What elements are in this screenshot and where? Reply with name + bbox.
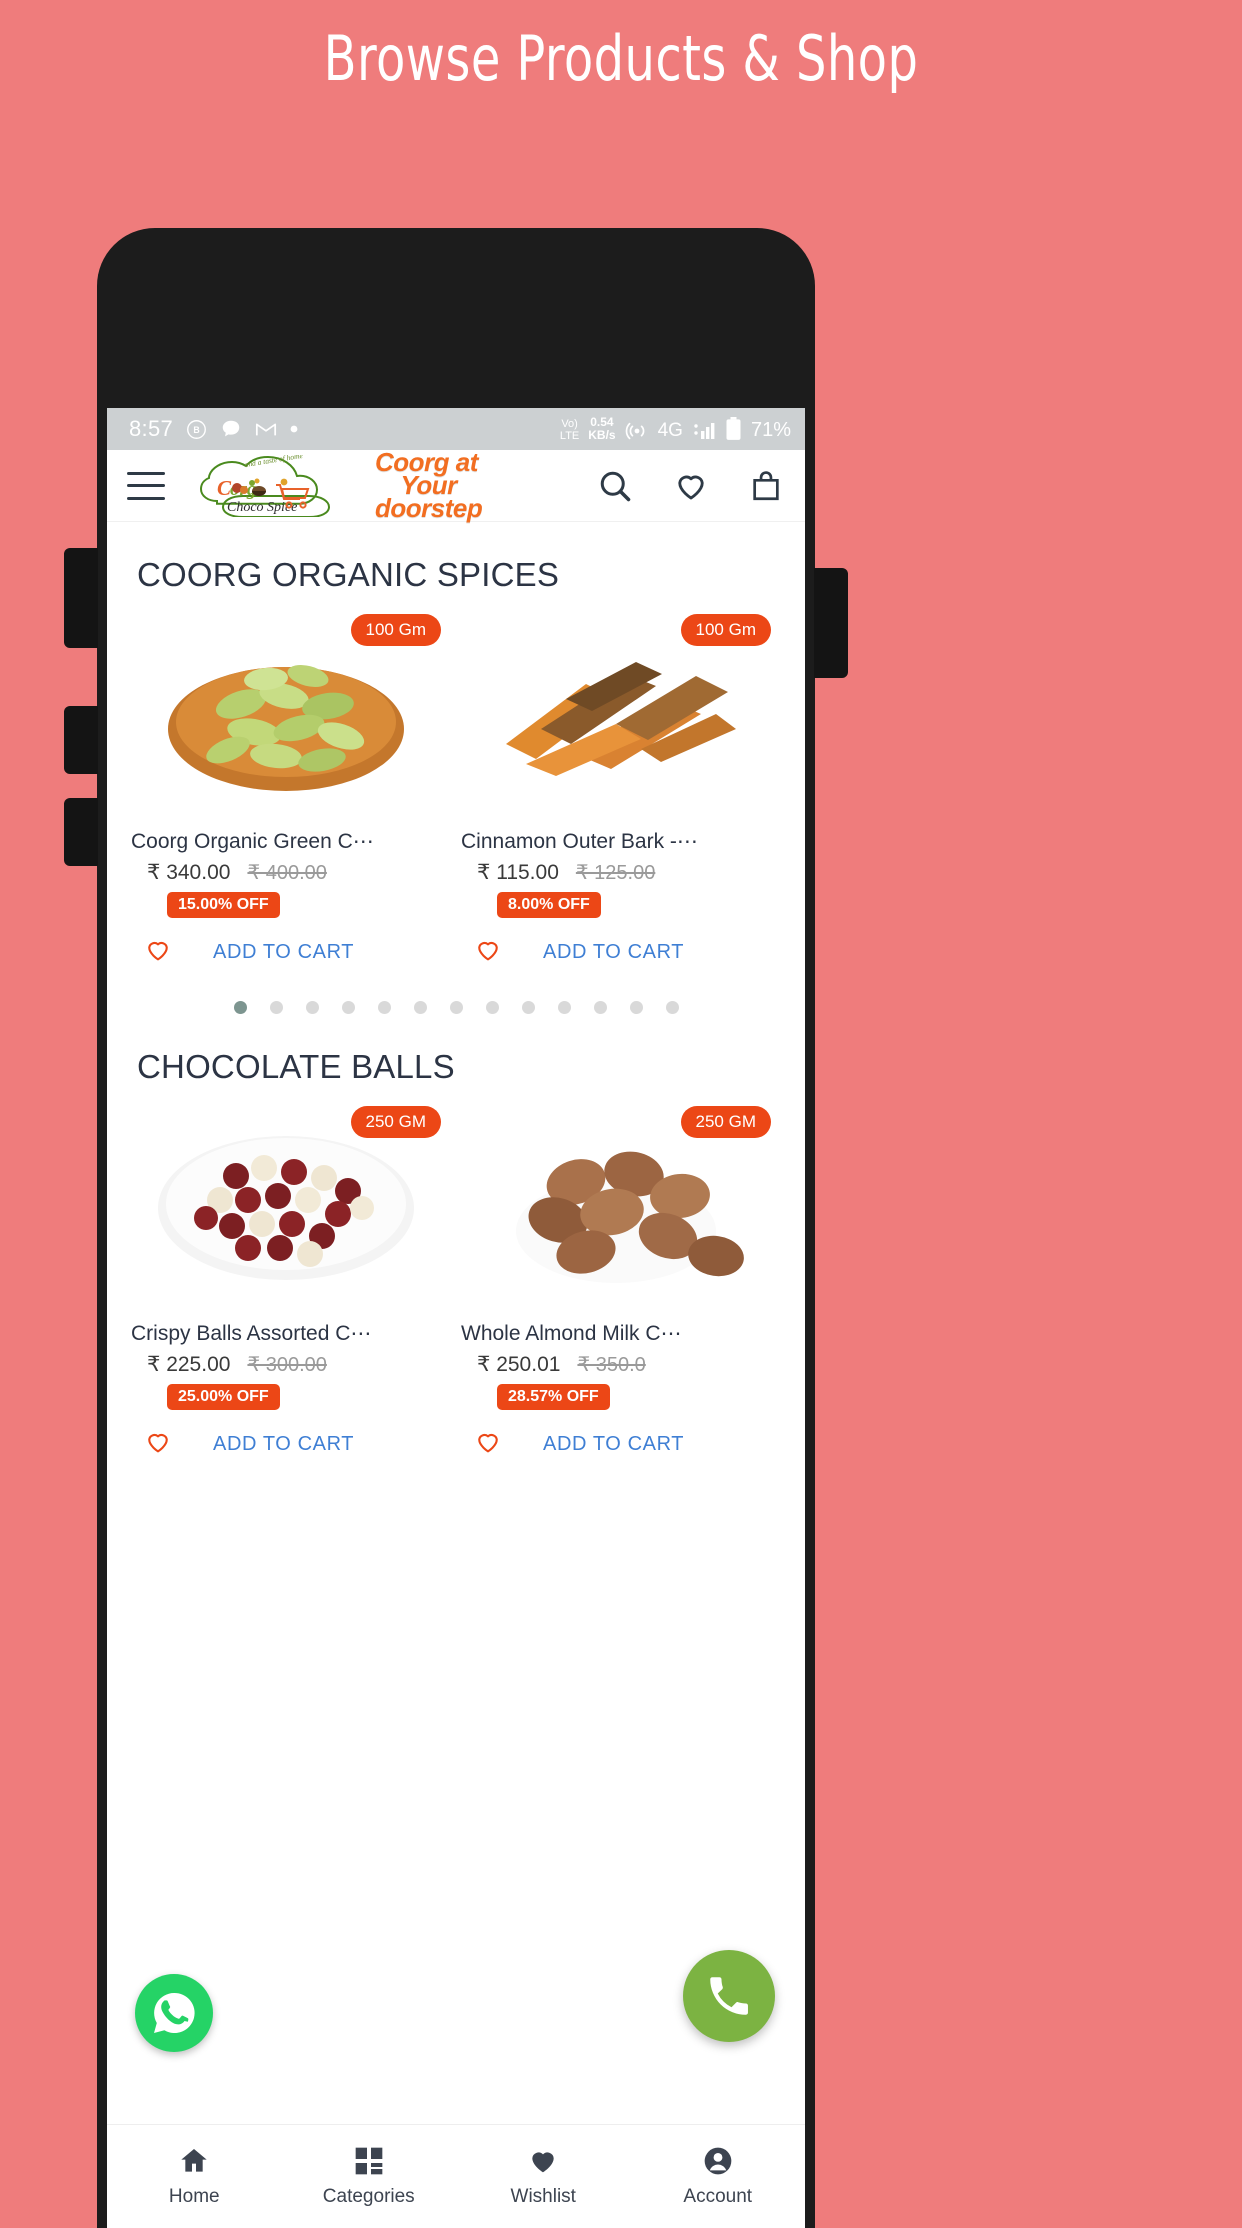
pagination-dot[interactable] (665, 1001, 679, 1014)
brand-tagline: Coorg at Your doorstep (375, 449, 483, 523)
product-name: Coorg Organic Green C⋯ (131, 830, 374, 853)
add-to-cart-button[interactable]: ADD TO CART (213, 941, 354, 964)
nav-label: Account (683, 2186, 753, 2207)
message-icon (220, 418, 242, 440)
product-old-price: ₹ 350.0 (577, 1354, 646, 1376)
heart-outline-icon[interactable] (143, 1428, 173, 1461)
product-price: ₹ 225.00 (147, 1353, 231, 1376)
pagination-dot[interactable] (593, 1001, 607, 1014)
product-name: Cinnamon Outer Bark -⋯ (461, 830, 698, 853)
data-rate-indicator: 0.54 KB/s (588, 415, 616, 442)
pagination-dot[interactable] (305, 1001, 319, 1014)
status-time: 8:57 (129, 416, 174, 441)
product-price: ₹ 250.01 (477, 1353, 561, 1376)
pagination-dot[interactable] (233, 1001, 247, 1014)
discount-badge: 15.00% OFF (167, 892, 280, 918)
product-image: 100 Gm (455, 604, 777, 819)
weight-badge: 250 GM (350, 1106, 441, 1138)
product-card[interactable]: 100 Gm Coorg Organic Green C⋯ ₹ 340.00 ₹… (125, 604, 455, 969)
product-name: Crispy Balls Assorted C⋯ (131, 1322, 372, 1345)
dot-icon (290, 425, 298, 433)
svg-text:B: B (193, 425, 199, 435)
discount-badge: 25.00% OFF (167, 1384, 280, 1410)
hotspot-icon (625, 420, 649, 442)
hamburger-menu-icon[interactable] (127, 471, 165, 500)
weight-badge: 250 GM (680, 1106, 771, 1138)
phone-side-button-left-2 (64, 706, 98, 774)
product-carousel-spices[interactable]: 100 Gm Coorg Organic Green C⋯ ₹ 340.00 ₹… (107, 604, 805, 969)
svg-text:and a taste of home: and a taste of home (244, 455, 304, 469)
product-price: ₹ 340.00 (147, 861, 231, 884)
pagination-dot[interactable] (449, 1001, 463, 1014)
product-card[interactable]: 100 Gm Cinnamon Outer Bark -⋯ ₹ 115.00 ₹… (455, 604, 785, 969)
nav-label: Categories (322, 2186, 415, 2207)
weight-badge: 100 Gm (680, 614, 771, 646)
app-logo[interactable]: and a taste of home C org Choco Spice (183, 449, 483, 523)
battery-icon (725, 417, 742, 442)
nav-item-home[interactable]: Home (107, 2145, 282, 2208)
shopping-bag-icon[interactable] (749, 468, 783, 504)
gmail-icon (255, 420, 277, 438)
product-carousel-chocolate[interactable]: 250 GM Crispy Balls Assorted C⋯ ₹ 225.00… (107, 1096, 805, 1461)
add-to-cart-button[interactable]: ADD TO CART (543, 941, 684, 964)
product-price: ₹ 115.00 (477, 861, 559, 884)
pagination-dot[interactable] (413, 1001, 427, 1014)
pagination-dot[interactable] (521, 1001, 535, 1014)
phone-call-icon[interactable] (683, 1950, 775, 2042)
search-icon[interactable] (597, 468, 633, 504)
app-header: and a taste of home C org Choco Spice (107, 449, 805, 523)
heart-icon[interactable] (673, 468, 709, 504)
nav-label: Home (168, 2186, 220, 2207)
whatsapp-icon[interactable] (135, 1974, 213, 2052)
pagination-dot[interactable] (557, 1001, 571, 1014)
brand-line-3: doorstep (375, 493, 483, 523)
nav-item-account[interactable]: Account (631, 2145, 806, 2208)
add-to-cart-button[interactable]: ADD TO CART (213, 1433, 354, 1456)
section-title-spices: COORG ORGANIC SPICES (137, 556, 560, 593)
phone-side-button-left-1 (64, 548, 98, 648)
product-card[interactable]: 250 GM Whole Almond Milk C⋯ ₹ 250.01 ₹ 3… (455, 1096, 785, 1461)
pagination-dot[interactable] (269, 1001, 283, 1014)
nav-item-categories[interactable]: Categories (282, 2145, 457, 2208)
nav-item-wishlist[interactable]: Wishlist (456, 2145, 631, 2208)
product-old-price: ₹ 400.00 (247, 862, 327, 884)
heart-outline-icon[interactable] (473, 1428, 503, 1461)
phone-side-button-left-3 (64, 798, 98, 866)
discount-badge: 28.57% OFF (497, 1384, 610, 1410)
product-old-price: ₹ 125.00 (575, 862, 656, 884)
network-type: 4G (657, 420, 683, 441)
phone-screen: 8:57 B Vo) LTE 0.54 KB/s 4G 71% and a ta… (107, 408, 805, 2228)
heart-outline-icon[interactable] (473, 936, 503, 969)
pagination-dot[interactable] (377, 1001, 391, 1014)
discount-badge: 8.00% OFF (497, 892, 601, 918)
page-title: Browse Products & Shop (323, 22, 919, 95)
battery-percent: 71% (750, 419, 791, 441)
product-image: 100 Gm (125, 604, 447, 819)
product-image: 250 GM (455, 1096, 777, 1311)
pagination-dot[interactable] (485, 1001, 499, 1014)
signal-bars-icon (692, 420, 716, 442)
carousel-pagination[interactable] (107, 969, 805, 1014)
add-to-cart-button[interactable]: ADD TO CART (543, 1433, 684, 1456)
phone-mockup: 8:57 B Vo) LTE 0.54 KB/s 4G 71% and a ta… (64, 228, 848, 2228)
logo-cloud-graphic: and a taste of home C org Choco Spice (183, 455, 369, 517)
status-bar: 8:57 B Vo) LTE 0.54 KB/s 4G 71% (107, 408, 805, 450)
weight-badge: 100 Gm (350, 614, 441, 646)
nav-label: Wishlist (510, 2186, 576, 2207)
product-old-price: ₹ 300.00 (247, 1354, 327, 1376)
bitmoji-icon: B (186, 419, 207, 440)
phone-side-button-right-1 (814, 568, 848, 678)
pagination-dot[interactable] (629, 1001, 643, 1014)
heart-outline-icon[interactable] (143, 936, 173, 969)
pagination-dot[interactable] (341, 1001, 355, 1014)
product-card[interactable]: 250 GM Crispy Balls Assorted C⋯ ₹ 225.00… (125, 1096, 455, 1461)
product-name: Whole Almond Milk C⋯ (461, 1322, 682, 1345)
bottom-navigation: Home Categories Wishlist Account (107, 2124, 805, 2228)
product-image: 250 GM (125, 1096, 447, 1311)
section-title-chocolate: CHOCOLATE BALLS (137, 1048, 455, 1085)
volte-icon: Vo) LTE (559, 418, 580, 442)
